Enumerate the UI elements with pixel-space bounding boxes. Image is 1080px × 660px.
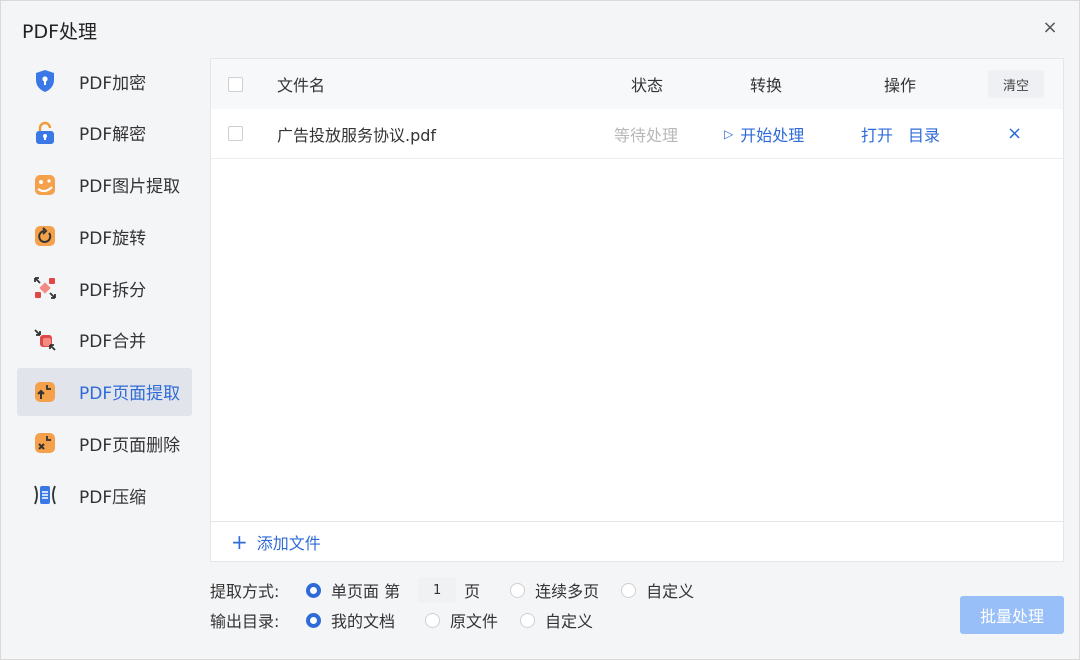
page-number-input[interactable] xyxy=(418,577,457,603)
sidebar-item-merge[interactable]: PDF合并 xyxy=(17,316,192,364)
compress-icon xyxy=(31,481,59,509)
sidebar-item-encrypt[interactable]: PDF加密 xyxy=(17,57,192,105)
dialog-title: PDF处理 xyxy=(22,21,98,43)
header-convert: 转换 xyxy=(750,76,783,95)
my-documents-label: 我的文档 xyxy=(331,612,396,631)
radio-extract-custom[interactable]: 自定义 xyxy=(621,578,694,602)
sidebar-item-label: PDF压缩 xyxy=(79,487,147,508)
radio-multi-page[interactable]: 连续多页 xyxy=(510,578,599,602)
header-status: 状态 xyxy=(631,76,664,95)
sidebar-item-decrypt[interactable]: PDF解密 xyxy=(17,109,192,157)
radio-single-page[interactable]: 单页面 第 xyxy=(306,578,400,602)
sidebar-item-label: PDF合并 xyxy=(79,332,147,353)
split-icon xyxy=(31,274,59,302)
source-file-label: 原文件 xyxy=(450,612,499,631)
radio-source-file[interactable]: 原文件 xyxy=(425,608,498,632)
sidebar-item-rotate[interactable]: PDF旋转 xyxy=(17,212,192,260)
table-row: 广告投放服务协议.pdf 等待处理 ▷ 开始处理 打开 目录 × xyxy=(211,109,1063,159)
open-directory-link[interactable]: 目录 xyxy=(908,122,940,146)
header-filename: 文件名 xyxy=(277,76,326,95)
sidebar-item-page-delete[interactable]: PDF页面删除 xyxy=(17,419,192,467)
page-extract-icon xyxy=(31,378,59,406)
image-extract-icon xyxy=(31,171,59,199)
sidebar: PDF加密 PDF解密 PDF图片提取 PDF旋转 PDF拆分 PDF合并 PD… xyxy=(17,57,192,523)
radio-dot xyxy=(425,612,441,628)
table-header: 文件名 状态 转换 操作 清空 xyxy=(211,59,1063,109)
batch-process-button[interactable]: 批量处理 xyxy=(960,596,1064,634)
output-dir-row: 输出目录: 我的文档 原文件 自定义 xyxy=(210,608,615,632)
sidebar-item-split[interactable]: PDF拆分 xyxy=(17,264,192,312)
rotate-icon xyxy=(31,222,59,250)
shield-lock-icon xyxy=(31,67,59,95)
multi-page-label: 连续多页 xyxy=(535,582,600,601)
sidebar-item-compress[interactable]: PDF压缩 xyxy=(17,471,192,519)
output-custom-label: 自定义 xyxy=(545,612,594,631)
merge-icon xyxy=(31,326,59,354)
page-suffix-label: 页 xyxy=(464,582,481,601)
add-file-label: 添加文件 xyxy=(256,533,321,553)
select-all-checkbox[interactable] xyxy=(228,76,243,92)
radio-output-custom[interactable]: 自定义 xyxy=(520,608,593,632)
sidebar-item-page-extract[interactable]: PDF页面提取 xyxy=(17,367,192,416)
single-page-label: 单页面 第 xyxy=(331,582,401,601)
play-icon: ▷ xyxy=(724,126,734,141)
remove-icon[interactable]: × xyxy=(1007,123,1022,144)
radio-dot-checked xyxy=(306,612,321,628)
pdf-dialog: PDF处理 × PDF加密 PDF解密 PDF图片提取 PDF旋转 PDF拆分 … xyxy=(0,0,1080,660)
start-process-label: 开始处理 xyxy=(740,125,805,145)
extract-custom-label: 自定义 xyxy=(646,582,695,601)
sidebar-item-label: PDF旋转 xyxy=(79,228,147,249)
unlock-icon xyxy=(31,119,59,147)
file-name: 广告投放服务协议.pdf xyxy=(277,125,437,145)
output-dir-label: 输出目录: xyxy=(210,612,280,631)
file-table: 文件名 状态 转换 操作 清空 广告投放服务协议.pdf 等待处理 ▷ 开始处理… xyxy=(210,58,1064,562)
sidebar-item-label: PDF解密 xyxy=(79,125,147,146)
sidebar-item-image-extract[interactable]: PDF图片提取 xyxy=(17,161,192,209)
close-icon[interactable]: × xyxy=(1041,19,1059,37)
sidebar-item-label: PDF页面删除 xyxy=(79,435,181,456)
clear-button[interactable]: 清空 xyxy=(988,70,1044,98)
extract-mode-label: 提取方式: xyxy=(210,582,280,601)
open-file-link[interactable]: 打开 xyxy=(861,122,893,146)
radio-dot-checked xyxy=(306,582,321,598)
radio-dot xyxy=(510,582,526,598)
file-status: 等待处理 xyxy=(614,125,679,145)
sidebar-item-label: PDF页面提取 xyxy=(79,384,181,404)
add-file-button[interactable]: + 添加文件 xyxy=(211,521,1063,561)
header-action: 操作 xyxy=(884,76,917,95)
sidebar-item-label: PDF图片提取 xyxy=(79,177,181,197)
radio-my-documents[interactable]: 我的文档 xyxy=(306,608,395,632)
start-process-button[interactable]: ▷ 开始处理 xyxy=(724,122,804,146)
sidebar-item-label: PDF加密 xyxy=(79,73,147,94)
extract-mode-row: 提取方式: 单页面 第 页 连续多页 自定义 xyxy=(210,577,716,603)
sidebar-item-label: PDF拆分 xyxy=(79,280,147,301)
plus-icon: + xyxy=(231,529,248,554)
radio-dot xyxy=(621,582,637,598)
page-delete-icon xyxy=(31,429,59,457)
radio-dot xyxy=(520,612,536,628)
row-checkbox[interactable] xyxy=(228,126,243,141)
